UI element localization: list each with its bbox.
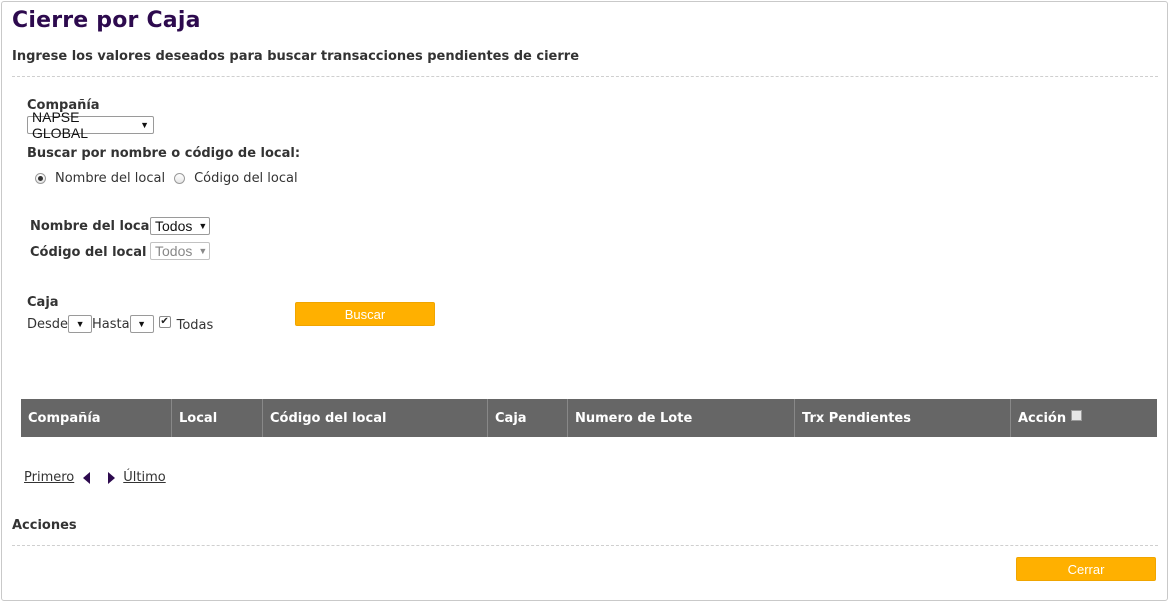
radio-group-search-by: Nombre del local Código del local bbox=[35, 171, 298, 186]
page-title: Cierre por Caja bbox=[12, 8, 201, 33]
divider-actions bbox=[12, 545, 1158, 546]
chevron-down-icon: ▼ bbox=[198, 221, 208, 231]
column-action-label: Acción bbox=[1018, 410, 1067, 426]
pagination: Primero Último bbox=[24, 470, 166, 485]
register-range: Desde ▼ Hasta ▼ ✔ Todas bbox=[27, 315, 213, 333]
actions-title: Acciones bbox=[12, 518, 77, 533]
radio-store-code-label: Código del local bbox=[194, 171, 298, 186]
radio-store-name-label: Nombre del local bbox=[55, 171, 166, 186]
register-from-select[interactable]: ▼ bbox=[68, 315, 93, 333]
register-all-checkbox[interactable]: ✔ bbox=[158, 316, 171, 328]
store-name-select[interactable]: Todos ▼ bbox=[150, 217, 210, 235]
column-batch-number[interactable]: Numero de Lote bbox=[568, 399, 795, 437]
page-frame bbox=[1, 1, 1168, 601]
radio-store-name[interactable] bbox=[35, 173, 46, 184]
close-button[interactable]: Cerrar bbox=[1016, 557, 1156, 581]
register-to-select[interactable]: ▼ bbox=[129, 315, 154, 333]
company-select-value: NAPSE GLOBAL bbox=[32, 109, 89, 141]
column-store[interactable]: Local bbox=[172, 399, 263, 437]
pagination-last-link[interactable]: Último bbox=[123, 470, 165, 485]
register-from-label: Desde bbox=[27, 316, 69, 332]
divider-top bbox=[12, 76, 1158, 77]
next-page-icon[interactable] bbox=[108, 471, 116, 484]
chevron-down-icon: ▼ bbox=[198, 246, 208, 256]
column-company[interactable]: Compañía bbox=[21, 399, 172, 437]
column-action: Acción bbox=[1011, 399, 1157, 437]
column-store-code[interactable]: Código del local bbox=[263, 399, 488, 437]
radio-store-code[interactable] bbox=[174, 173, 186, 184]
select-all-checkbox[interactable] bbox=[1071, 409, 1083, 421]
previous-page-icon[interactable] bbox=[83, 471, 91, 484]
register-all-label: Todas bbox=[176, 318, 214, 333]
chevron-down-icon: ▼ bbox=[137, 319, 147, 329]
chevron-down-icon: ▼ bbox=[140, 120, 149, 130]
store-code-select-value: Todos bbox=[155, 243, 193, 259]
chevron-down-icon: ▼ bbox=[75, 319, 85, 329]
store-code-select[interactable]: Todos ▼ bbox=[150, 242, 210, 260]
results-table-header: Compañía Local Código del local Caja Num… bbox=[21, 399, 1157, 437]
register-label: Caja bbox=[27, 295, 59, 310]
column-pending-trx[interactable]: Trx Pendientes bbox=[795, 399, 1011, 437]
pagination-first-link[interactable]: Primero bbox=[24, 470, 74, 485]
register-to-label: Hasta bbox=[92, 316, 130, 332]
search-by-label: Buscar por nombre o código de local: bbox=[27, 146, 301, 161]
column-register[interactable]: Caja bbox=[488, 399, 568, 437]
search-button[interactable]: Buscar bbox=[295, 302, 435, 326]
store-name-select-value: Todos bbox=[155, 218, 193, 234]
store-code-label: Código del local bbox=[30, 245, 147, 260]
company-select[interactable]: NAPSE GLOBAL ▼ bbox=[27, 109, 154, 141]
store-name-label: Nombre del local bbox=[30, 219, 154, 234]
page-subtitle: Ingrese los valores deseados para buscar… bbox=[12, 49, 580, 64]
